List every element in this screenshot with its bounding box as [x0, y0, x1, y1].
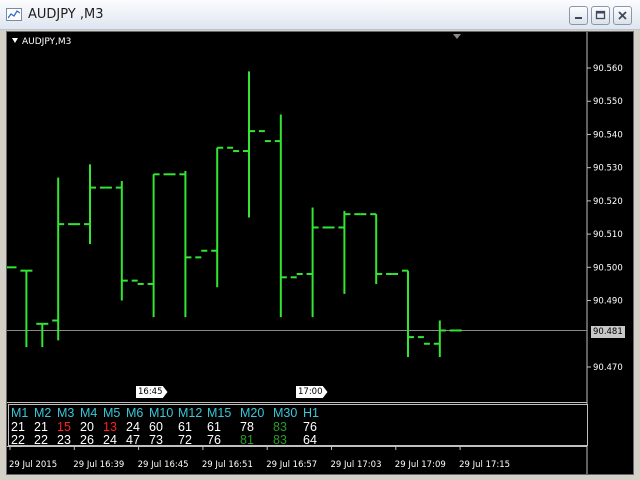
timeframe-header: M6	[126, 406, 144, 420]
minimize-button[interactable]	[569, 6, 588, 25]
timeframe-header: M12	[178, 406, 203, 420]
timeframe-value: 24	[103, 433, 117, 447]
timeframe-value: 60	[149, 420, 163, 434]
timeframe-strength-panel: M1 M2 M3 M4 M5 M6 M10 M12 M15 M20 M30 H1 21 21 15 20 13 2…	[8, 404, 588, 447]
chart-shift-marker-icon[interactable]	[453, 34, 461, 39]
time-box-1645: 16:45	[136, 386, 168, 398]
ohlc-bar	[20, 269, 33, 348]
x-tick-label: 29 Jul 16:51	[202, 460, 253, 470]
title-bar[interactable]: AUDJPY ,M3	[0, 0, 640, 30]
timeframe-value: 13	[103, 420, 117, 434]
ohlc-bar	[258, 130, 271, 143]
time-box-1700: 17:00	[296, 386, 328, 398]
ohlc-bar	[306, 207, 319, 318]
timeframe-value: 15	[57, 420, 71, 434]
ohlc-bar	[115, 180, 128, 301]
timeframe-header: M3	[57, 406, 75, 420]
ohlc-bar	[417, 336, 430, 345]
ohlc-bar	[370, 213, 383, 284]
timeframe-header: M15	[207, 406, 232, 420]
timeframe-header: M4	[80, 406, 98, 420]
timeframe-header: M2	[34, 406, 52, 420]
y-tick-label: 90.490	[593, 297, 623, 307]
timeframe-value: 83	[273, 433, 287, 447]
y-tick-label: 90.540	[593, 130, 623, 140]
x-tick-label: 29 Jul 17:09	[395, 460, 446, 470]
chart-area[interactable]: 90.560 90.550 90.540 90.530 90.520 90.510 90.5…	[6, 31, 634, 475]
ohlc-bar	[84, 164, 96, 245]
timeframe-value: 72	[178, 433, 192, 447]
x-tick-label: 29 Jul 16:45	[138, 460, 189, 470]
timeframe-value: 20	[80, 420, 94, 434]
ohlc-bar	[290, 272, 303, 279]
timeframe-value: 61	[207, 420, 221, 434]
symbol-label: AUDJPY,M3	[12, 37, 71, 47]
timeframe-value: 23	[57, 433, 71, 447]
ohlc-bar	[243, 71, 255, 218]
timeframe-header: H1	[303, 406, 319, 420]
timeframe-header: M10	[149, 406, 174, 420]
ohlc-bar	[131, 279, 144, 285]
y-tick-label: 90.500	[593, 263, 623, 273]
timeframe-value: 21	[34, 420, 48, 434]
x-tick-label: 29 Jul 16:57	[266, 460, 317, 470]
ohlc-bar	[227, 146, 240, 153]
ohlc-bar	[211, 146, 224, 288]
ohlc-bar	[179, 170, 192, 318]
ohlc-bar	[338, 210, 351, 294]
ohlc-bar	[274, 114, 287, 318]
maximize-button[interactable]	[591, 6, 610, 25]
chart-window-icon	[6, 8, 22, 21]
timeframe-value: 64	[303, 433, 317, 447]
ohlc-bar	[195, 249, 208, 259]
timeframe-value: 26	[80, 433, 94, 447]
ohlc-bar	[36, 322, 49, 348]
y-tick-label: 90.520	[593, 197, 623, 207]
dropdown-arrow-icon[interactable]	[12, 38, 18, 43]
timeframe-header: M1	[11, 406, 29, 420]
ohlc-bar	[147, 173, 160, 318]
x-tick-label: 29 Jul 2015	[9, 460, 57, 470]
y-tick-label: 90.510	[593, 230, 623, 240]
y-tick-label: 90.560	[593, 64, 623, 74]
symbol-label-text: AUDJPY,M3	[22, 37, 72, 47]
x-tick-label: 29 Jul 17:15	[459, 460, 510, 470]
timeframe-value: 61	[178, 420, 192, 434]
timeframe-value: 21	[11, 420, 25, 434]
x-tick-label: 29 Jul 17:03	[331, 460, 382, 470]
timeframe-value: 22	[34, 433, 48, 447]
y-tick-label: 90.530	[593, 164, 623, 174]
timeframe-header: M20	[240, 406, 265, 420]
timeframe-header: M30	[273, 406, 298, 420]
timeframe-value: 24	[126, 420, 140, 434]
timeframe-value: 83	[273, 420, 287, 434]
ohlc-bar	[433, 320, 446, 358]
x-tick-label: 29 Jul 16:39	[73, 460, 124, 470]
timeframe-value: 47	[126, 433, 140, 447]
timeframe-value: 73	[149, 433, 163, 447]
window-title: AUDJPY ,M3	[28, 7, 104, 22]
timeframe-header: M5	[103, 406, 121, 420]
timeframe-value: 22	[11, 433, 25, 447]
timeframe-value: 81	[240, 433, 254, 447]
y-tick-label: 90.550	[593, 97, 623, 107]
y-tick-label: 90.470	[593, 363, 623, 373]
ohlc-bar	[52, 177, 65, 341]
timeframe-value: 76	[207, 433, 221, 447]
ohlc-bar	[402, 269, 414, 358]
close-button[interactable]	[613, 6, 632, 25]
timeframe-value: 76	[303, 420, 317, 434]
current-price-label: 90.481	[591, 326, 625, 338]
timeframe-value: 78	[240, 420, 254, 434]
